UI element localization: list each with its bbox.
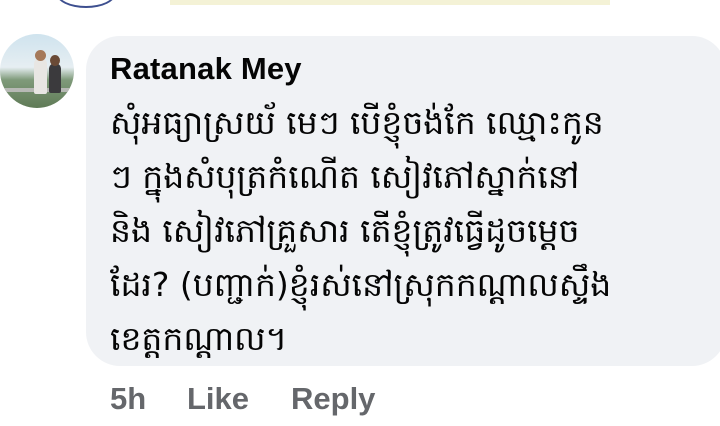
comment-text-line: ដែរ? (បញ្ជាក់)ខ្ញុំរស់នៅស្រុកកណ្ដាលស្ទឹង (110, 265, 612, 304)
comment-text-line: សុំអធ្យាស្រយ័ មេៗ បើខ្ញុំចង់កែ ឈ្មោះកូន (110, 103, 604, 142)
comment-text: សុំអធ្យាស្រយ័ មេៗ បើខ្ញុំចង់កែ ឈ្មោះកូន … (110, 96, 710, 366)
comment-text-line: ខេត្តកណ្ដាល។ (110, 319, 288, 358)
avatar[interactable] (0, 34, 74, 108)
comment-text-line: និង សៀវភៅគ្រួសារ តើខ្ញុំត្រូវធ្វើដូចម្តេ… (110, 211, 580, 250)
comment-timestamp[interactable]: 5h (110, 381, 146, 417)
like-button[interactable]: Like (187, 381, 249, 417)
comment-author-name[interactable]: Ratanak Mey (110, 51, 302, 87)
previous-post-strip (170, 0, 610, 5)
comment-text-line: ៗ ក្នុងសំបុត្រកំណើត សៀវភៅស្នាក់នៅ (110, 157, 580, 196)
page-logo-icon (56, 0, 116, 8)
previous-post-edge (0, 0, 720, 14)
reply-button[interactable]: Reply (291, 381, 375, 417)
